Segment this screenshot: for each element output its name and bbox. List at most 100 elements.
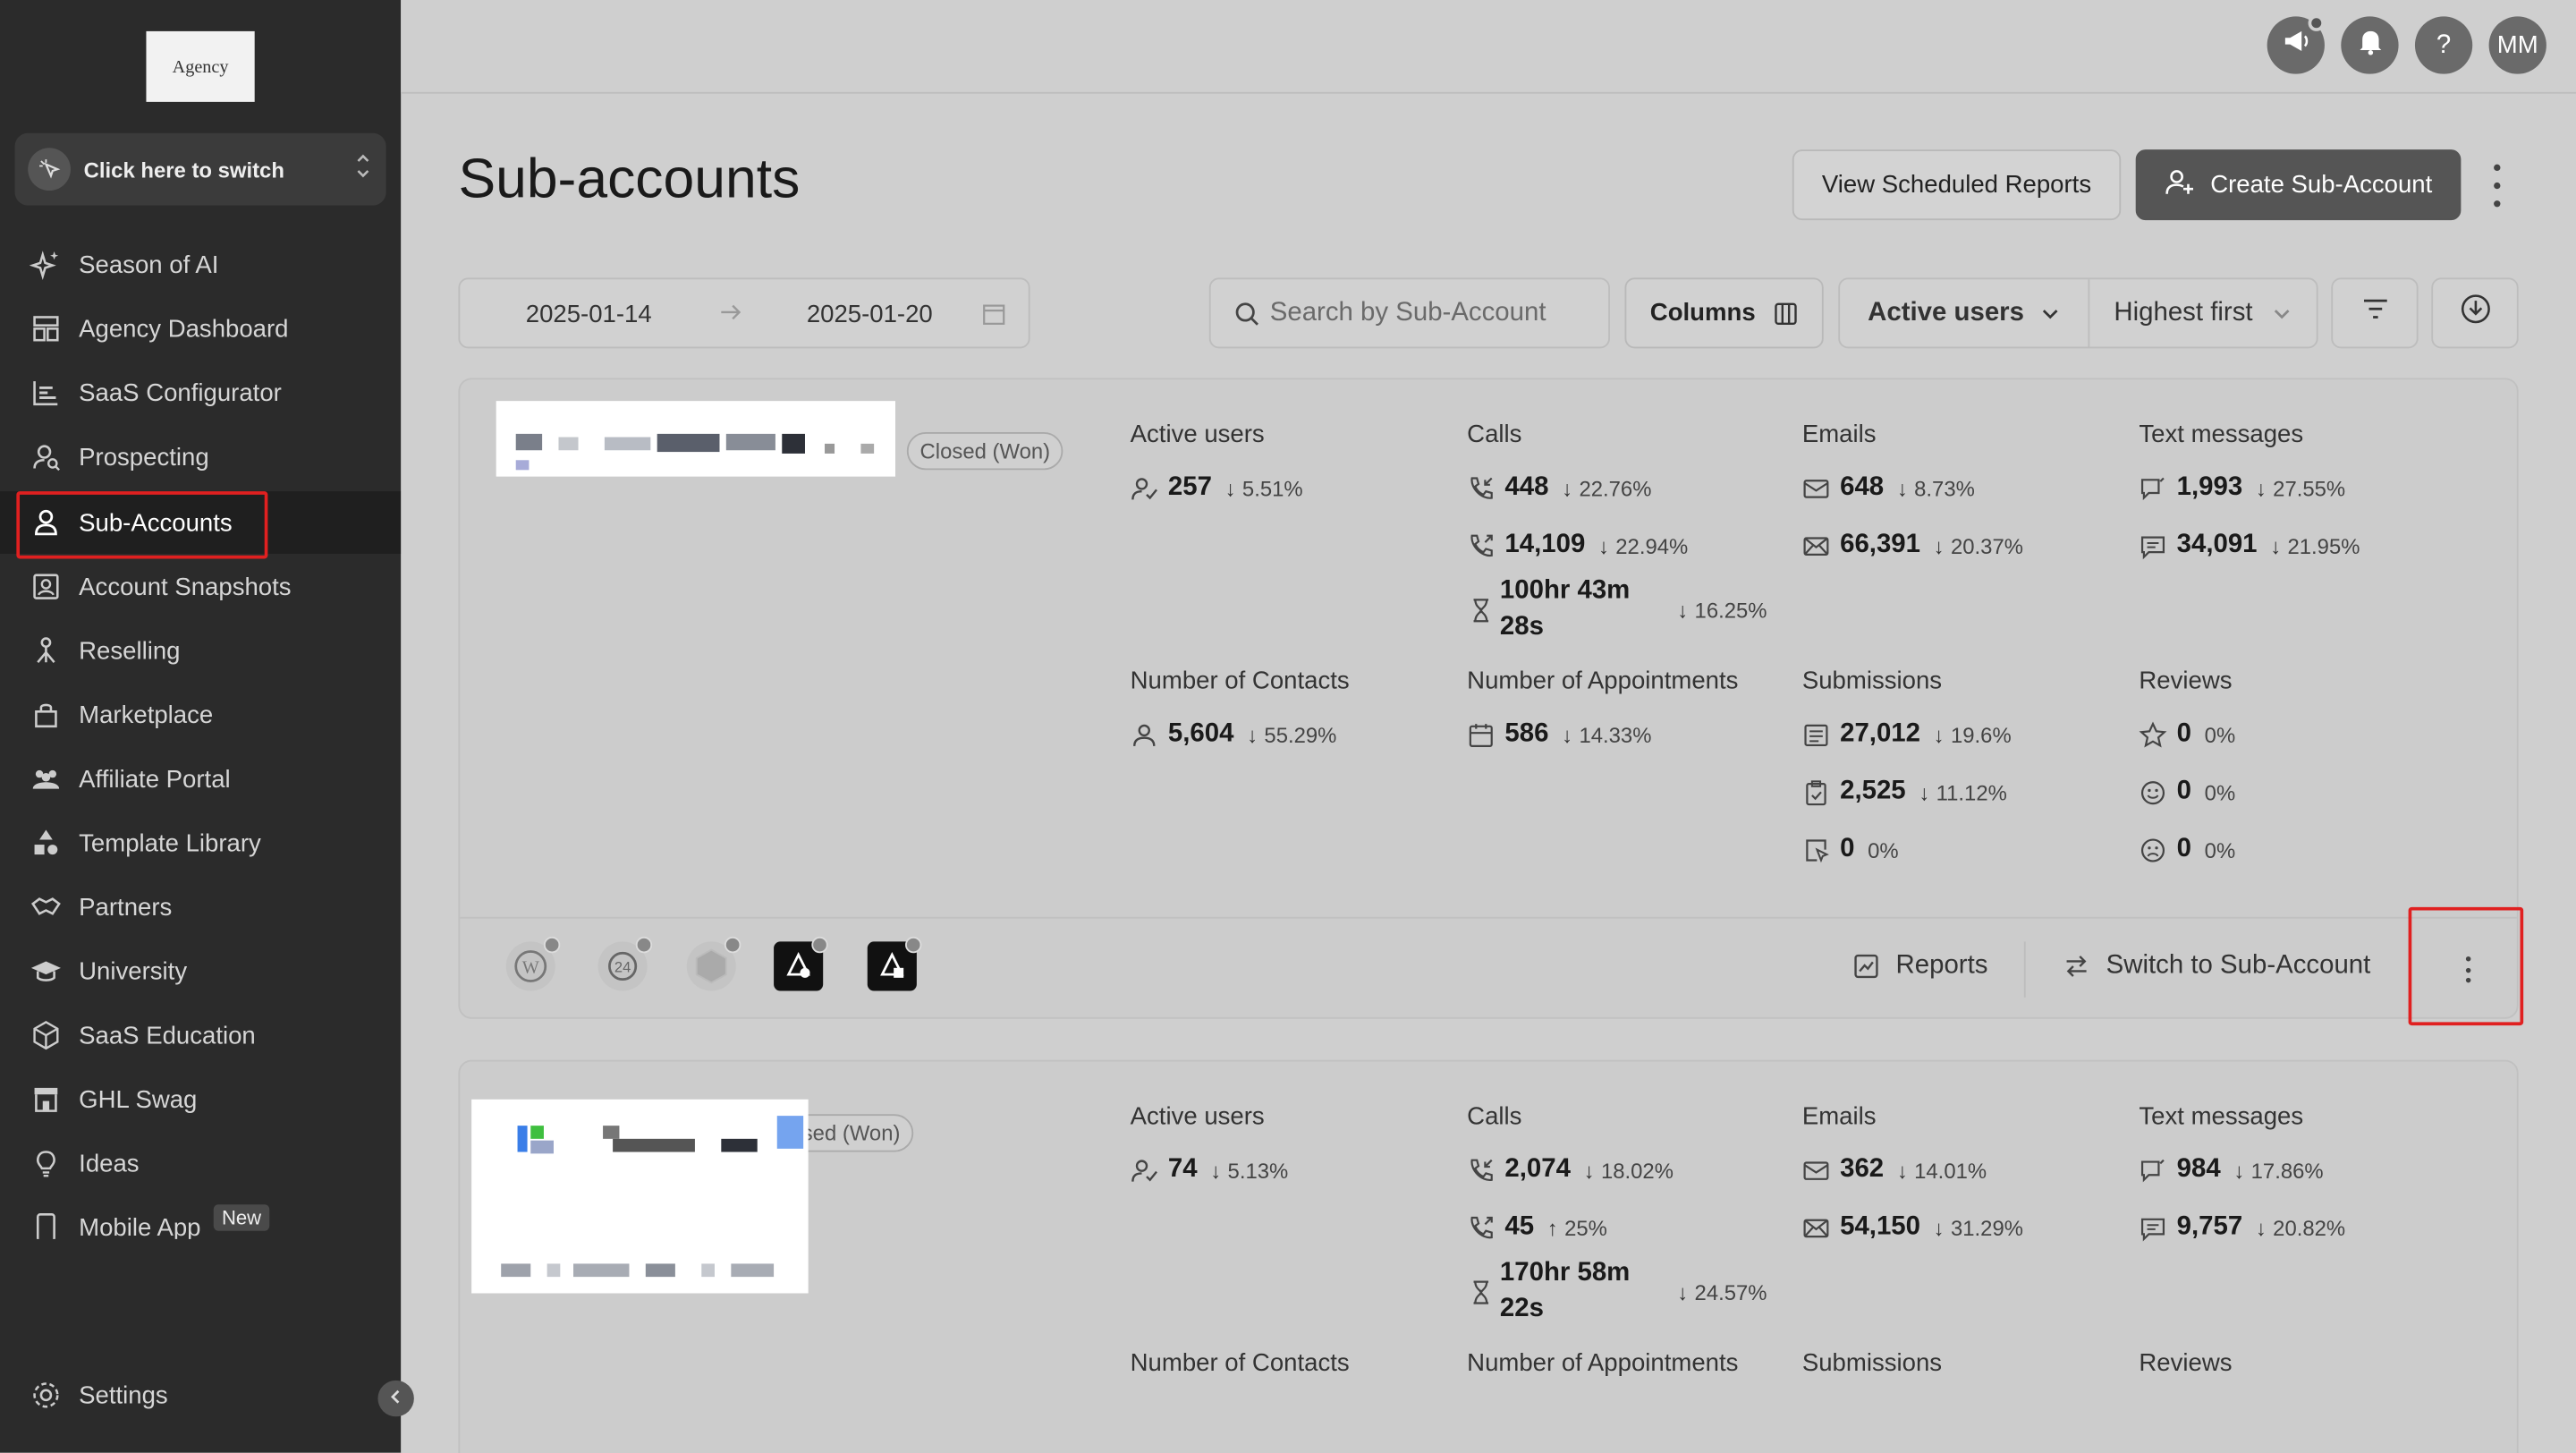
sidebar-item-partners[interactable]: Partners	[16, 876, 397, 939]
calendar-icon	[1467, 720, 1495, 748]
sidebar-item-prospecting[interactable]: Prospecting	[16, 426, 397, 489]
metric-value: 54,150	[1840, 1212, 1920, 1241]
mobile-app-icon[interactable]	[774, 936, 828, 991]
sidebar-item-template-library[interactable]: Template Library	[16, 811, 397, 874]
sort-order-select[interactable]: Highest first	[2089, 279, 2316, 346]
arrow-down-icon: ↓	[1597, 533, 1609, 558]
date-range-picker[interactable]: 2025-01-14 2025-01-20	[458, 277, 1030, 349]
other-submissions-metric: 0 0%	[1802, 833, 1899, 866]
inbound-calls-metric: 448 ↓ 22.76%	[1467, 472, 1651, 505]
sidebar-item-account-snapshots[interactable]: Account Snapshots	[16, 556, 397, 618]
metric-value: 0	[2176, 835, 2191, 863]
arrow-down-icon: ↓	[1933, 533, 1945, 558]
notifications-button[interactable]	[2341, 16, 2399, 74]
hexagon-app-icon[interactable]	[686, 936, 741, 991]
sub-account-card: Closed (Won) Active users 257 ↓ 5.51% Ca…	[458, 378, 2519, 1019]
metric-change: 5.13%	[1227, 1157, 1289, 1183]
metric-change: 14.01%	[1914, 1157, 1987, 1183]
arrow-down-icon: ↓	[1562, 722, 1573, 747]
arrow-down-icon: ↓	[1896, 475, 1908, 501]
metric-title: Emails	[1801, 421, 1877, 449]
cursor-box-icon	[1802, 836, 1830, 863]
columns-button[interactable]: Columns	[1624, 277, 1824, 349]
swap-icon	[2063, 953, 2089, 979]
metric-change: 27.55%	[2273, 475, 2346, 501]
bell-icon	[2355, 26, 2385, 64]
arrow-down-icon: ↓	[1562, 475, 1573, 501]
mobile-app-2-icon[interactable]	[867, 936, 922, 991]
appointments-metric: 586 ↓ 14.33%	[1467, 718, 1651, 752]
wordpress-icon[interactable]: W	[505, 936, 561, 991]
hourglass-icon	[1467, 1279, 1495, 1314]
message-icon	[2139, 1213, 2166, 1241]
filter-button[interactable]	[2331, 277, 2419, 349]
users-icon	[30, 762, 63, 795]
metric-value: 0	[1840, 835, 1855, 863]
collapse-sidebar-button[interactable]	[377, 1380, 414, 1417]
sidebar-item-university[interactable]: University	[16, 940, 397, 1003]
mail-icon	[1802, 474, 1830, 502]
emails-opened-metric: 648 ↓ 8.73%	[1802, 472, 1975, 505]
download-button[interactable]	[2431, 277, 2519, 349]
search-placeholder: Search by Sub-Account	[1269, 298, 1546, 327]
sidebar-item-marketplace[interactable]: Marketplace	[16, 684, 397, 746]
sidebar: Agency Click here to switch Season of AI…	[0, 0, 414, 1453]
message-incoming-icon	[2139, 474, 2166, 502]
bar-chart-icon	[30, 377, 63, 410]
agency-logo[interactable]: Agency	[146, 30, 255, 102]
survey-submissions-metric: 2,525 ↓ 11.12%	[1802, 776, 2007, 809]
sidebar-item-mobile-app[interactable]: Mobile App	[16, 1196, 397, 1239]
metric-value: 0	[2176, 777, 2191, 805]
sidebar-item-ideas[interactable]: Ideas	[16, 1132, 397, 1194]
sidebar-item-ghl-swag[interactable]: GHL Swag	[16, 1068, 397, 1131]
emails-sent-metric: 54,150 ↓ 31.29%	[1802, 1211, 2023, 1245]
metric-change: 11.12%	[1936, 779, 2007, 805]
more-options-button[interactable]	[2480, 164, 2513, 208]
metric-title: Submissions	[1801, 667, 1943, 695]
sidebar-item-settings[interactable]: Settings	[16, 1364, 168, 1426]
arrow-right-icon	[718, 299, 744, 332]
sidebar-item-saas-education[interactable]: SaaS Education	[16, 1004, 397, 1066]
form-submissions-metric: 27,012 ↓ 19.6%	[1802, 718, 2012, 752]
metric-change: 0%	[2204, 779, 2236, 805]
footer-divider	[2023, 941, 2026, 998]
sidebar-item-reselling[interactable]: Reselling	[16, 619, 397, 682]
sort-metric-select[interactable]: Active users	[1840, 279, 2090, 347]
button-label: Create Sub-Account	[2210, 171, 2433, 200]
metric-title: Number of Contacts	[1130, 667, 1350, 695]
metric-value: 648	[1840, 472, 1885, 502]
smile-icon	[2139, 778, 2166, 806]
metric-change: 17.86%	[2250, 1157, 2324, 1183]
metric-change: 0%	[1868, 837, 1899, 862]
switcher-label: Click here to switch	[83, 157, 284, 182]
user-check-icon	[1131, 474, 1158, 502]
sidebar-item-label: Marketplace	[79, 701, 214, 729]
switch-to-sub-account-button[interactable]: Switch to Sub-Account	[2063, 951, 2370, 981]
account-switcher[interactable]: Click here to switch	[14, 132, 386, 206]
texts-inbound-metric: 984 ↓ 17.86%	[2139, 1153, 2324, 1186]
chevron-updown-icon	[353, 150, 373, 188]
integration-icon[interactable]: 24	[597, 936, 653, 991]
reports-button[interactable]: Reports	[1853, 951, 1987, 981]
metric-title: Reviews	[2139, 667, 2233, 695]
metric-value: 2,525	[1840, 777, 1906, 805]
help-button[interactable]: ?	[2414, 16, 2473, 74]
announcements-button[interactable]	[2267, 14, 2325, 74]
sort-order-value: Highest first	[2114, 298, 2253, 327]
create-sub-account-button[interactable]: Create Sub-Account	[2135, 149, 2462, 221]
metric-value: 1,993	[2176, 472, 2243, 502]
sidebar-item-affiliate-portal[interactable]: Affiliate Portal	[16, 748, 397, 811]
search-icon	[1233, 300, 1259, 326]
star-reviews-metric: 0 0%	[2139, 718, 2235, 752]
metric-change: 20.82%	[2273, 1215, 2346, 1240]
sidebar-item-saas-configurator[interactable]: SaaS Configurator	[16, 361, 397, 424]
sidebar-item-season-of-ai[interactable]: Season of AI	[16, 234, 397, 296]
duration-line: 100hr 43m	[1499, 576, 1631, 605]
sidebar-item-agency-dashboard[interactable]: Agency Dashboard	[16, 297, 397, 360]
view-scheduled-reports-button[interactable]: View Scheduled Reports	[1792, 149, 2122, 221]
search-input[interactable]: Search by Sub-Account	[1208, 277, 1610, 349]
sidebar-item-label: Affiliate Portal	[79, 764, 231, 794]
metric-value: 984	[2176, 1155, 2221, 1184]
notification-dot	[2308, 14, 2325, 31]
user-avatar[interactable]: MM	[2488, 16, 2546, 74]
